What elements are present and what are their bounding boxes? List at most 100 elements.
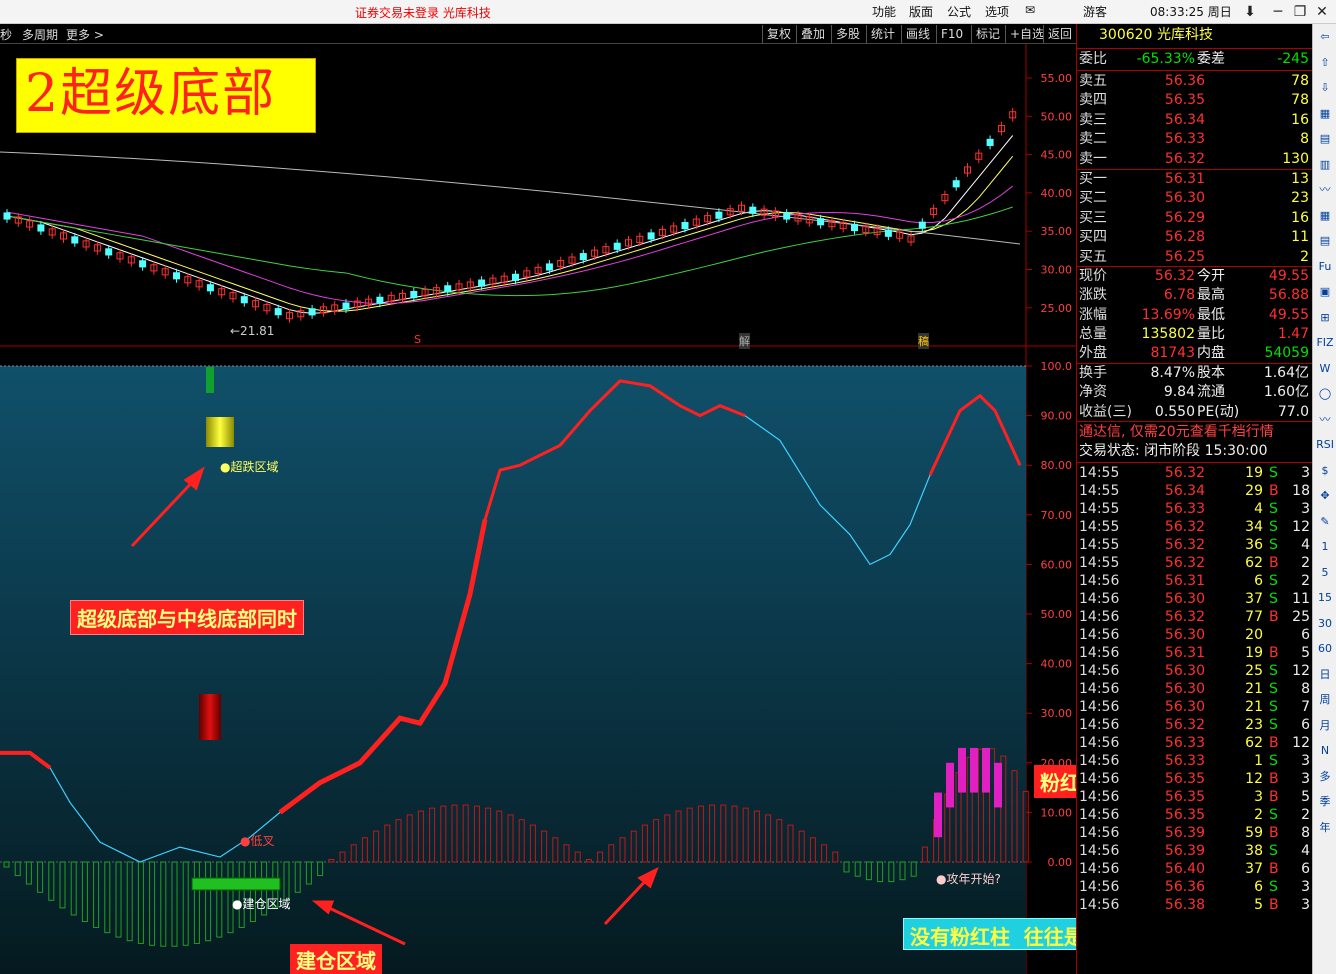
sidebar-tool-icon[interactable]: 〰 (1315, 181, 1335, 199)
weicha-value: -245 (1277, 51, 1309, 67)
sidebar-tool-icon[interactable]: 年 (1315, 819, 1335, 837)
sidebar-tool-icon[interactable]: W (1315, 360, 1335, 378)
btn-back[interactable]: 返回 (1043, 25, 1076, 43)
tick-volume: 21 (1245, 681, 1263, 697)
sidebar-tool-icon[interactable]: 15 (1315, 589, 1335, 607)
stat-label: 最高 (1197, 287, 1225, 304)
ad-text[interactable]: 通达信, 仅需20元查看千档行情 (1079, 423, 1274, 442)
sidebar-tool-icon[interactable]: 日 (1315, 666, 1335, 684)
multi-period[interactable]: 多周期 (22, 26, 58, 43)
title-box: 2超级底部 (16, 58, 316, 133)
lower-tick-label: 30.00 (1041, 707, 1073, 720)
pink-energy-bar (994, 762, 1002, 808)
sidebar-tool-icon[interactable]: ▥ (1315, 156, 1335, 174)
btn-restore-rights[interactable]: 复权 (762, 25, 795, 43)
user-label[interactable]: 游客 (1083, 3, 1107, 20)
btn-multi-stock[interactable]: 多股 (831, 25, 864, 43)
stat-value: 6.78 (1163, 287, 1195, 304)
stat-value: 13.69% (1141, 306, 1195, 323)
sidebar-tool-icon[interactable]: ▤ (1315, 130, 1335, 148)
sidebar-tool-icon[interactable]: ▣ (1315, 283, 1335, 301)
sidebar-tool-icon[interactable]: 1 (1315, 538, 1335, 556)
bid-row[interactable]: 买五 56.25 2 (1077, 248, 1313, 267)
sidebar-tool-icon[interactable]: ⇦ (1315, 28, 1335, 46)
level-label: 卖二 (1079, 131, 1107, 148)
bid-row[interactable]: 买四 56.28 11 (1077, 228, 1313, 247)
sidebar-tool-icon[interactable]: RSI (1315, 436, 1335, 454)
tick-count: 6 (1301, 861, 1310, 877)
ask-row[interactable]: 卖五 56.36 78 (1077, 72, 1313, 91)
btn-draw[interactable]: 画线 (901, 25, 934, 43)
sidebar-tool-icon[interactable]: ▦ (1315, 207, 1335, 225)
btn-overlay[interactable]: 叠加 (796, 25, 829, 43)
tick-time: 14:55 (1079, 555, 1120, 571)
sidebar-tool-icon[interactable]: $ (1315, 462, 1335, 480)
tick-volume: 2 (1254, 807, 1263, 823)
tick-row: 14:56 56.36 6 S 3 (1077, 878, 1313, 896)
tick-count: 6 (1301, 627, 1310, 643)
sidebar-tool-icon[interactable]: ⇧ (1315, 54, 1335, 72)
tick-row: 14:56 56.30 20 6 (1077, 626, 1313, 644)
sidebar-tool-icon[interactable]: ⊞ (1315, 309, 1335, 327)
super-fall-zone-label: ●超跌区域 (220, 460, 279, 474)
stat-value: 54059 (1264, 345, 1309, 362)
mail-icon[interactable]: ✉ (1025, 3, 1035, 17)
sidebar-tool-icon[interactable]: 多 (1315, 768, 1335, 786)
menu-formula[interactable]: 公式 (947, 3, 971, 20)
stat-row: 现价 56.32 今开 49.55 (1077, 267, 1313, 286)
sidebar-tool-icon[interactable]: 30 (1315, 615, 1335, 633)
sidebar-tool-icon[interactable]: 60 (1315, 640, 1335, 658)
weibi-label: 委比 (1079, 51, 1107, 67)
ask-row[interactable]: 卖三 56.34 16 (1077, 111, 1313, 130)
menu-function[interactable]: 功能 (872, 3, 896, 20)
stat-label: 涨跌 (1079, 287, 1107, 304)
sidebar-tool-icon[interactable]: N (1315, 742, 1335, 760)
upper-tick-label: 40.00 (1041, 187, 1073, 200)
sidebar-tool-icon[interactable]: 周 (1315, 691, 1335, 709)
upper-tick-label: 35.00 (1041, 225, 1073, 238)
download-icon[interactable]: ⬇ (1236, 1, 1264, 23)
btn-mark[interactable]: 标记 (971, 25, 1004, 43)
sidebar-tool-icon[interactable]: ▦ (1315, 105, 1335, 123)
menu-layout[interactable]: 版面 (909, 3, 933, 20)
sidebar-tool-icon[interactable]: 5 (1315, 564, 1335, 582)
ask-row[interactable]: 卖四 56.35 78 (1077, 91, 1313, 110)
kline-chart[interactable]: 55.00 50.00 45.00 40.00 35.00 30.00 25.00 100.… (0, 44, 1076, 974)
sidebar-tool-icon[interactable]: 月 (1315, 717, 1335, 735)
btn-f10[interactable]: F10 (936, 25, 967, 43)
tick-time: 14:56 (1079, 879, 1120, 895)
attack-start-label: ●攻年开始? (936, 872, 1001, 886)
sidebar-tool-icon[interactable]: ✎ (1315, 513, 1335, 531)
sidebar-tool-icon[interactable]: ⇩ (1315, 79, 1335, 97)
bid-row[interactable]: 买一 56.31 13 (1077, 170, 1313, 189)
bid-row[interactable]: 买三 56.29 16 (1077, 209, 1313, 228)
btn-add-favorite[interactable]: +自选 (1005, 25, 1048, 43)
more-menu[interactable]: 更多 > (66, 26, 104, 43)
tick-row: 14:55 56.34 29 B 18 (1077, 482, 1313, 500)
stat-value: 1.47 (1277, 325, 1309, 342)
stat-label: 净资 (1079, 384, 1107, 401)
stat-row: 涨跌 6.78 最高 56.88 (1077, 286, 1313, 305)
sidebar-tool-icon[interactable]: ▤ (1315, 232, 1335, 250)
btn-stats[interactable]: 统计 (866, 25, 899, 43)
close-button[interactable]: ✕ (1308, 1, 1336, 23)
sidebar-tool-icon[interactable]: 季 (1315, 793, 1335, 811)
sidebar-tool-icon[interactable]: 〰 (1315, 411, 1335, 429)
period-seconds[interactable]: 秒 (0, 26, 12, 43)
bid-row[interactable]: 买二 56.30 23 (1077, 189, 1313, 208)
sidebar-tool-icon[interactable]: ✥ (1315, 487, 1335, 505)
sidebar-tool-icon[interactable]: FIZ (1315, 334, 1335, 352)
ask-row[interactable]: 卖一 56.32 130 (1077, 150, 1313, 169)
ad-row[interactable]: 通达信, 仅需20元查看千档行情 (1077, 423, 1313, 442)
menu-options[interactable]: 选项 (985, 3, 1009, 20)
title-box-text: 2超级底部 (25, 64, 277, 124)
tick-time: 14:55 (1079, 483, 1120, 499)
level-volume: 78 (1291, 73, 1309, 89)
tick-volume: 4 (1254, 501, 1263, 517)
sidebar-tool-icon[interactable]: Fu (1315, 258, 1335, 276)
tick-side: B (1269, 735, 1279, 751)
ask-row[interactable]: 卖二 56.33 8 (1077, 130, 1313, 149)
candle-body (613, 242, 621, 250)
sidebar-tool-icon[interactable]: ◯ (1315, 385, 1335, 403)
stat-row: 总量 135802 量比 1.47 (1077, 325, 1313, 344)
